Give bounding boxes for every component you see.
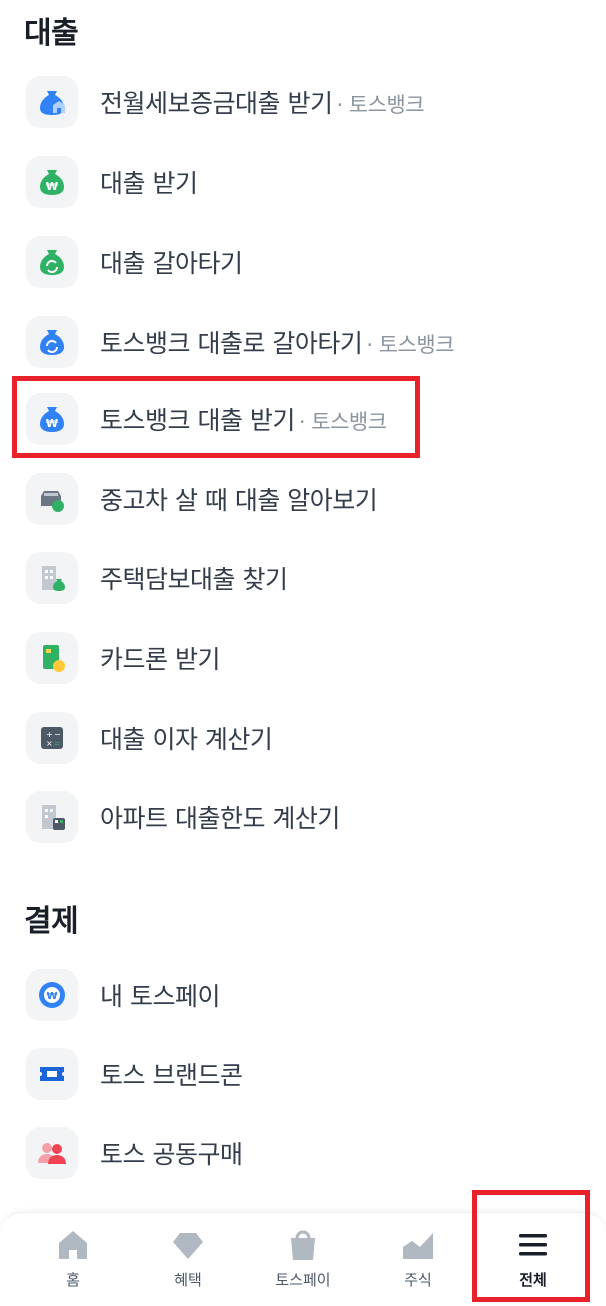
money-bag-refresh-icon (26, 236, 78, 288)
svg-text:×: × (46, 739, 53, 748)
list-item-tossbank-refinance[interactable]: 토스뱅크 대출로 갈아타기 · 토스뱅크 (0, 306, 606, 378)
list-item-get-loan[interactable]: ₩ 대출 받기 (0, 146, 606, 218)
people-icon (26, 1127, 78, 1179)
list-item-my-tosspay[interactable]: ₩ 내 토스페이 (0, 959, 606, 1031)
money-bag-refresh-icon (26, 316, 78, 368)
list-item-sub: · 토스뱅크 (366, 333, 455, 357)
chart-icon (403, 1233, 433, 1259)
tab-label: 혜택 (174, 1271, 202, 1289)
list-item-label: 전월세보증금대출 받기 (100, 89, 333, 118)
calculator-icon: + − × = (26, 712, 78, 764)
list-item-sub: · 토스뱅크 (336, 93, 425, 117)
card-coin-icon (26, 632, 78, 684)
svg-text:=: = (54, 739, 61, 748)
svg-text:+: + (46, 730, 53, 739)
svg-text:−: − (54, 730, 61, 739)
list-item-mortgage[interactable]: 주택담보대출 찾기 (0, 542, 606, 614)
car-icon (26, 473, 78, 525)
tab-label: 주식 (404, 1271, 432, 1289)
list-item-label: 토스 브랜드콘 (100, 1061, 243, 1090)
list-item-label: 토스뱅크 대출로 갈아타기 (100, 329, 363, 358)
building-money-icon (26, 552, 78, 604)
list-item-jeonse-loan[interactable]: 전월세보증금대출 받기 · 토스뱅크 (0, 66, 606, 138)
list-item-card-loan[interactable]: 카드론 받기 (0, 622, 606, 694)
list-item-label: 토스 공동구매 (100, 1140, 243, 1169)
tab-label: 홈 (66, 1271, 80, 1289)
list-item-apartment-limit-calculator[interactable]: 아파트 대출한도 계산기 (0, 781, 606, 853)
shopping-bag-icon (291, 1230, 315, 1260)
section-title-loan: 대출 (24, 16, 79, 51)
building-calculator-icon (26, 791, 78, 843)
list-item-label: 내 토스페이 (100, 982, 220, 1011)
ticket-icon (26, 1048, 78, 1100)
list-item-label: 카드론 받기 (100, 645, 220, 674)
list-item-brandcon[interactable]: 토스 브랜드콘 (0, 1038, 606, 1110)
tab-highlight-box (472, 1190, 590, 1302)
tab-home[interactable]: 홈 (18, 1213, 128, 1306)
list-item-label: 주택담보대출 찾기 (100, 565, 288, 594)
list-item-refinance-loan[interactable]: 대출 갈아타기 (0, 226, 606, 298)
list-item-label: 대출 이자 계산기 (100, 725, 273, 754)
tosspay-coin-icon: ₩ (26, 969, 78, 1021)
list-item-used-car-loan[interactable]: 중고차 살 때 대출 알아보기 (0, 463, 606, 535)
list-item-label: 대출 받기 (100, 169, 198, 198)
highlight-box (12, 376, 420, 458)
tab-stocks[interactable]: 주식 (363, 1213, 473, 1306)
list-item-label: 중고차 살 때 대출 알아보기 (100, 486, 378, 515)
svg-text:₩: ₩ (46, 991, 57, 1002)
tab-benefits[interactable]: 혜택 (133, 1213, 243, 1306)
money-bag-won-icon: ₩ (26, 156, 78, 208)
list-item-interest-calculator[interactable]: + − × = 대출 이자 계산기 (0, 702, 606, 774)
diamond-icon (173, 1233, 203, 1259)
svg-text:₩: ₩ (46, 180, 58, 193)
home-icon (59, 1231, 87, 1259)
list-item-label: 대출 갈아타기 (100, 249, 243, 278)
list-item-label: 아파트 대출한도 계산기 (100, 804, 340, 833)
tab-tosspay[interactable]: 토스페이 (248, 1213, 358, 1306)
money-bag-house-icon (26, 76, 78, 128)
tab-label: 토스페이 (275, 1271, 331, 1289)
list-item-group-buy[interactable]: 토스 공동구매 (0, 1117, 606, 1189)
section-title-payment: 결제 (24, 904, 79, 939)
